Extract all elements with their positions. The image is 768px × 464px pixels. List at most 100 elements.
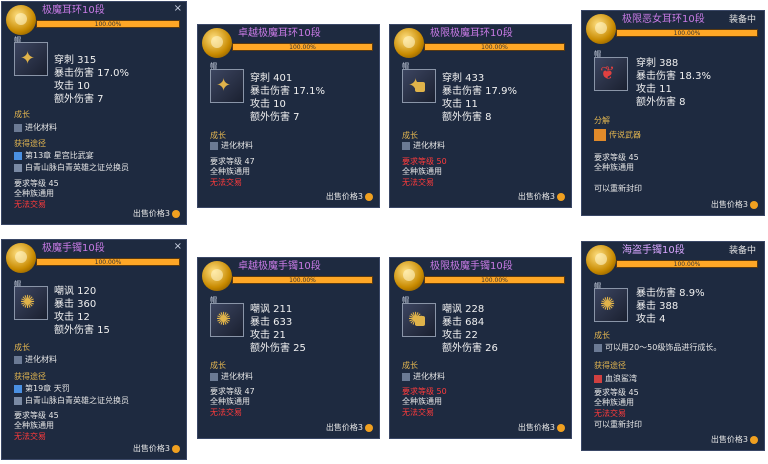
- obtain-item: 白青山脉白青英雄之证兑换员: [14, 395, 129, 406]
- trade-restriction: 无法交易: [402, 408, 434, 417]
- item-stats: 穿刺 388 暴击伤害 18.3% 攻击 11 额外伤害 8: [636, 58, 711, 108]
- item-stats: 穿刺 433 暴击伤害 17.9% 攻击 11 额外伤害 8: [442, 73, 517, 123]
- item-tooltip-1: 极魔耳环10段 × 100.00% 帽 ✦ 穿刺 315 暴击伤害 17.0% 攻…: [1, 1, 187, 225]
- item-tooltip-6: 卓越极魔手镯10段 100.00% 帽 ✺ 嘲讽 211 暴击 633 攻击 21…: [197, 257, 380, 439]
- growth-item: 进化材料: [14, 354, 57, 365]
- earring-thumbnail-icon: ✦: [210, 69, 244, 103]
- trade-restriction: 无法交易: [210, 408, 242, 417]
- close-icon[interactable]: ×: [174, 240, 182, 253]
- item-title: 极限极魔耳环10段: [430, 28, 513, 39]
- obtain-item: 第19章 天罚: [14, 383, 70, 394]
- growth-item: 进化材料: [14, 122, 57, 133]
- durability-bar: 100.00%: [36, 20, 180, 28]
- bracelet-thumbnail-icon: ✺: [402, 303, 436, 337]
- grade-badge-icon: [586, 245, 616, 275]
- class-restriction: 全种族通用: [402, 167, 442, 176]
- item-tooltip-2: 卓越极魔耳环10段 100.00% 帽 ✦ 穿刺 401 暴击伤害 17.1% 攻…: [197, 24, 380, 208]
- obtain-item: 白青山脉白青英雄之证兑换员: [14, 162, 129, 173]
- item-tooltip-8: 海盗手镯10段 装备中 100.00% 帽 ✺ 暴击伤害 8.9% 暴击 388 …: [581, 241, 765, 451]
- sell-price: 出售价格3: [518, 190, 565, 203]
- grade-badge-icon: [202, 28, 232, 58]
- durability-bar: 100.00%: [616, 29, 758, 37]
- class-restriction: 全种族通用: [402, 397, 442, 406]
- item-tooltip-7: 极限极魔手镯10段 100.00% 帽 ✺ 嘲讽 228暴击 684 攻击 22…: [389, 257, 572, 439]
- bracelet-thumbnail-icon: ✺: [210, 303, 244, 337]
- grade-badge-icon: [394, 261, 424, 291]
- class-restriction: 全种族通用: [210, 167, 250, 176]
- item-title: 极限极魔手镯10段: [430, 261, 513, 272]
- coin-icon: [557, 423, 565, 432]
- class-restriction: 全种族通用: [594, 163, 634, 172]
- item-title: 极限恶女耳环10段: [622, 14, 705, 25]
- class-restriction: 全种族通用: [594, 398, 634, 407]
- coin-icon: [172, 209, 180, 218]
- earring-thumbnail-icon: ✦: [402, 69, 436, 103]
- grade-badge-icon: [202, 261, 232, 291]
- growth-item: 进化材料: [402, 371, 445, 382]
- item-title: 极魔手镯10段: [42, 243, 105, 254]
- durability-bar: 100.00%: [232, 43, 373, 51]
- obtain-label: 获得途径: [14, 372, 46, 381]
- decompose-item: 传说武器: [594, 129, 641, 141]
- growth-label: 成长: [210, 361, 226, 370]
- item-stats: 嘲讽 120 暴击 360 攻击 12 额外伤害 15: [54, 286, 110, 336]
- item-stats: 穿刺 315 暴击伤害 17.0% 攻击 10 额外伤害 7: [54, 55, 129, 105]
- trade-restriction: 无法交易: [14, 200, 46, 209]
- item-stats: 嘲讽 211 暴击 633 攻击 21 额外伤害 25: [250, 304, 306, 354]
- item-stats: 穿刺 401 暴击伤害 17.1% 攻击 10 额外伤害 7: [250, 73, 325, 123]
- durability-bar: 100.00%: [36, 258, 180, 266]
- item-tooltip-5: 极魔手镯10段 × 100.00% 帽 ✺ 嘲讽 120 暴击 360 攻击 12…: [1, 239, 187, 460]
- grade-badge-icon: [6, 243, 36, 273]
- item-title: 海盗手镯10段: [622, 245, 685, 256]
- item-stats: 嘲讽 228 暴击 684 攻击 22 额外伤害 26: [442, 304, 498, 354]
- growth-label: 成长: [594, 331, 610, 340]
- sell-price: 出售价格3: [711, 198, 758, 211]
- item-title: 卓越极魔耳环10段: [238, 28, 321, 39]
- earring-thumbnail-icon: ❦: [594, 57, 628, 91]
- item-title: 卓越极魔手镯10段: [238, 261, 321, 272]
- durability-bar: 100.00%: [616, 260, 758, 268]
- coin-icon: [365, 192, 373, 201]
- bracelet-thumbnail-icon: ✺: [594, 288, 628, 322]
- obtain-item: 第13章 星宫比武宴: [14, 150, 94, 161]
- coin-icon: [172, 444, 180, 453]
- trade-restriction: 无法交易: [14, 432, 46, 441]
- grade-badge-icon: [394, 28, 424, 58]
- trade-restriction: 无法交易: [210, 178, 242, 187]
- earring-thumbnail-icon: ✦: [14, 42, 48, 76]
- item-title: 极魔耳环10段: [42, 5, 105, 16]
- growth-label: 成长: [14, 343, 30, 352]
- durability-bar: 100.00%: [232, 276, 373, 284]
- equipped-label: 装备中: [728, 246, 756, 256]
- lock-icon: [415, 82, 425, 92]
- sell-price: 出售价格3: [711, 433, 758, 446]
- growth-label: 成长: [14, 110, 30, 119]
- item-tooltip-3: 极限极魔耳环10段 100.00% 帽 ✦ 穿刺 433暴击伤害 17.9% 攻…: [389, 24, 572, 208]
- growth-item: 进化材料: [402, 140, 445, 151]
- class-restriction: 全种族通用: [14, 189, 54, 198]
- growth-note: 可以用20～50级饰品进行成长。: [594, 342, 721, 353]
- growth-item: 进化材料: [210, 140, 253, 151]
- item-tooltip-4: 极限恶女耳环10段 装备中 100.00% 帽 ❦ 穿刺 388 暴击伤害 18.…: [581, 10, 765, 216]
- class-restriction: 全种族通用: [14, 421, 54, 430]
- trade-restriction: 无法交易: [402, 178, 434, 187]
- coin-icon: [750, 435, 758, 444]
- sell-price: 出售价格3: [133, 442, 180, 455]
- coin-icon: [365, 423, 373, 432]
- class-restriction: 全种族通用: [210, 397, 250, 406]
- obtain-label: 获得途径: [14, 139, 46, 148]
- coin-icon: [750, 200, 758, 209]
- sell-price: 出售价格3: [326, 190, 373, 203]
- item-stats: 暴击伤害 8.9% 暴击 388 攻击 4: [636, 288, 705, 325]
- growth-label: 成长: [402, 361, 418, 370]
- sell-price: 出售价格3: [133, 207, 180, 220]
- grade-badge-icon: [6, 5, 36, 35]
- trade-restriction: 无法交易: [594, 409, 626, 418]
- obtain-item: 血浪鲨湾: [594, 373, 637, 384]
- lock-icon: [415, 316, 425, 326]
- equipped-label: 装备中: [728, 15, 756, 25]
- close-icon[interactable]: ×: [174, 2, 182, 15]
- durability-bar: 100.00%: [424, 276, 565, 284]
- reseal-note: 可以重新封印: [594, 184, 642, 193]
- coin-icon: [557, 192, 565, 201]
